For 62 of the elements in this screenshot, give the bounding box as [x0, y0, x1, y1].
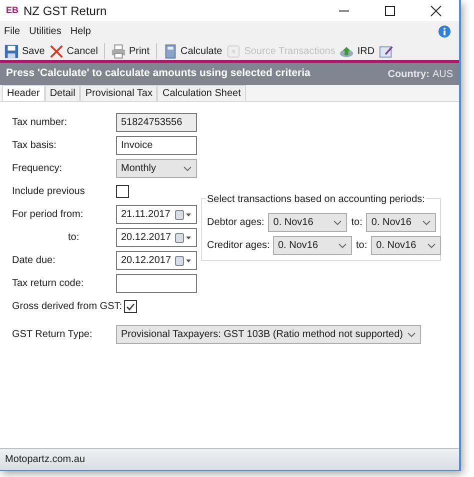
chevron-down-icon [333, 220, 342, 226]
calendar-dropdown-icon [175, 232, 192, 242]
menu-item[interactable]: File [4, 24, 20, 39]
field-label: to: [68, 231, 80, 245]
dropdown[interactable]: 0. Nov16 [366, 213, 436, 232]
app-logo: EB [6, 4, 19, 17]
toolbar-button[interactable]: IRD [339, 44, 375, 58]
chevron-down-icon [183, 166, 192, 172]
date-field[interactable]: 20.12.2017 [116, 251, 197, 270]
tab[interactable]: Header [2, 85, 45, 101]
date-field[interactable]: 21.11.2017 [116, 205, 197, 224]
country-value: AUS [432, 68, 453, 82]
menu-item[interactable]: Utilities [29, 24, 62, 39]
country-label: Country: [388, 68, 430, 82]
info-icon[interactable] [438, 25, 451, 38]
status-text: Motopartz.com.au [5, 453, 86, 467]
dropdown[interactable]: 0. Nov16 [268, 213, 348, 232]
checkmark-icon [126, 302, 136, 310]
chevron-down-icon [338, 242, 347, 248]
tab[interactable]: Calculation Sheet [157, 85, 246, 101]
edit-form-icon [378, 44, 394, 58]
printer-icon [110, 44, 126, 58]
field-label: GST Return Type: [12, 328, 94, 342]
toolbar-button[interactable] [378, 44, 394, 58]
close-icon [48, 44, 64, 58]
group-title: Select transactions based on accounting periods: [206, 192, 426, 207]
menu-item[interactable]: Help [70, 24, 91, 39]
field-label: Gross derived from GST: [12, 300, 122, 314]
document-icon [226, 44, 242, 58]
text-field[interactable] [116, 274, 197, 293]
chevron-down-icon [427, 242, 436, 248]
field-label: to: [351, 216, 362, 230]
dropdown[interactable]: Provisional Taxpayers: GST 103B (Ratio method not supported) [116, 325, 422, 344]
field-label: Date due: [12, 254, 56, 268]
date-field[interactable]: 20.12.2017 [116, 228, 197, 247]
toolbar-button[interactable]: Calculate [162, 44, 222, 58]
tab[interactable]: Detail [44, 85, 80, 101]
dropdown[interactable]: 0. Nov16 [371, 236, 442, 255]
field-label: Tax basis: [12, 139, 56, 153]
calendar-dropdown-icon [175, 256, 192, 266]
toolbar-button[interactable]: Print [110, 44, 150, 58]
toolbar-button[interactable]: Cancel [48, 44, 98, 58]
field-label: Frequency: [12, 162, 62, 176]
field-label: Include previous [12, 185, 85, 199]
window-title: NZ GST Return [24, 2, 107, 20]
field-label: Creditor ages: [207, 239, 269, 253]
toolbar-button[interactable]: Save [4, 44, 45, 58]
field-label: Tax number: [12, 116, 68, 130]
dropdown[interactable]: 0. Nov16 [273, 236, 352, 255]
banner-message: Press 'Calculate' to calculate amounts using selected criteria [6, 66, 310, 82]
field-label: Tax return code: [12, 277, 84, 291]
chevron-down-icon [407, 332, 416, 338]
field-label: to: [356, 239, 368, 253]
field-label: For period from: [12, 208, 84, 222]
dropdown[interactable]: Monthly [116, 159, 197, 178]
calendar-dropdown-icon [175, 210, 192, 220]
text-field[interactable]: Invoice [116, 136, 197, 155]
checkbox[interactable] [116, 185, 129, 198]
checkbox[interactable] [124, 300, 138, 313]
field-label: Debtor ages: [207, 216, 264, 230]
chevron-down-icon [422, 220, 432, 226]
tab[interactable]: Provisional Tax [80, 85, 158, 101]
